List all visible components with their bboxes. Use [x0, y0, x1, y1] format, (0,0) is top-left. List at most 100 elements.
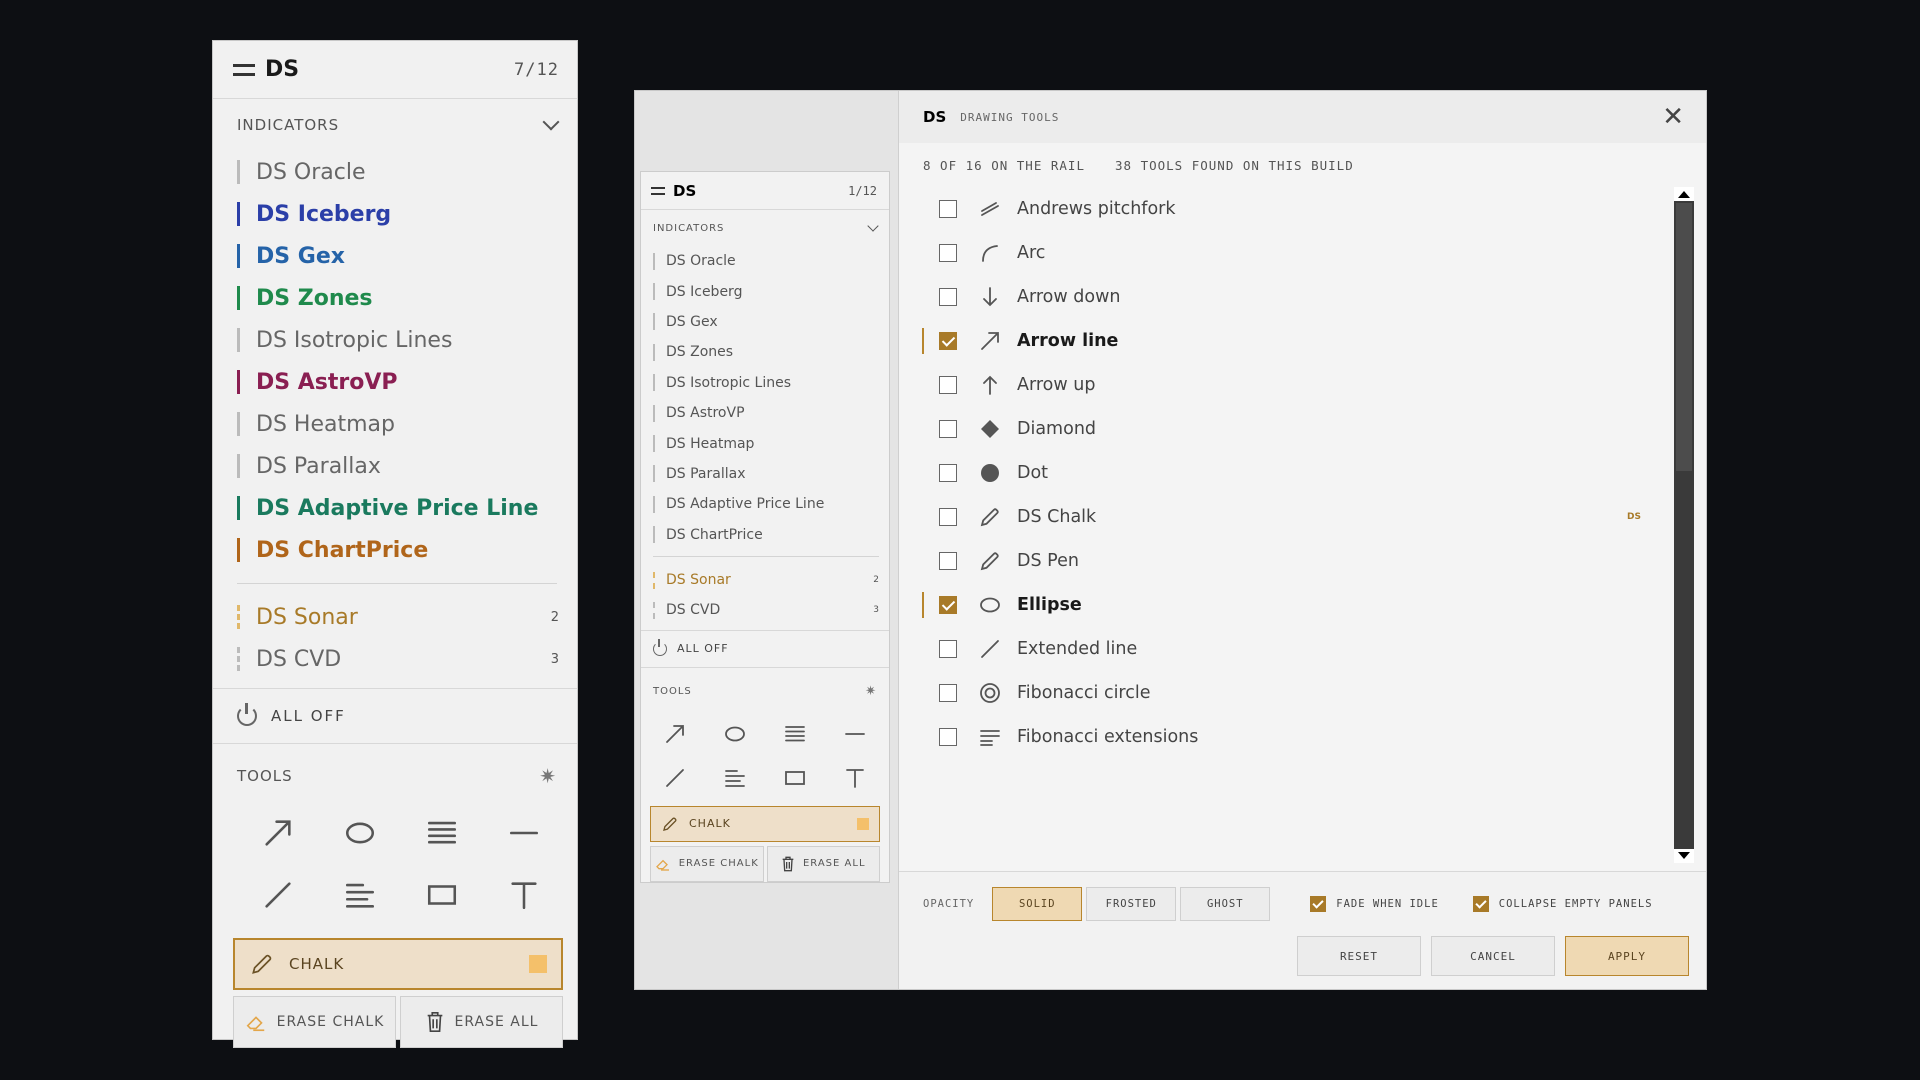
indicator-color-bar	[237, 370, 240, 394]
hamburger-icon[interactable]	[233, 63, 255, 76]
tool-checkbox[interactable]	[939, 508, 957, 526]
tool-row[interactable]: Ellipse	[899, 583, 1679, 627]
scroll-down-button[interactable]	[1674, 849, 1694, 863]
tool-checkbox[interactable]	[939, 684, 957, 702]
apply-button[interactable]: APPLY	[1565, 936, 1689, 976]
opacity-option[interactable]: SOLID	[992, 887, 1083, 921]
gear-icon[interactable]: ✷	[539, 764, 557, 788]
tool-checkbox[interactable]	[939, 376, 957, 394]
preview-indicators-label: INDICATORS	[653, 222, 725, 234]
tool-label: Andrews pitchfork	[1017, 199, 1176, 219]
indicator-label: DS Iceberg	[256, 201, 392, 227]
indicator-label: DS AstroVP	[256, 369, 398, 395]
line-icon	[645, 756, 705, 800]
tool-checkbox[interactable]	[939, 728, 957, 746]
indicator-color-bar	[653, 404, 655, 422]
all-off-button[interactable]: ALL OFF	[213, 688, 577, 744]
tool-checkbox[interactable]	[939, 244, 957, 262]
tool-row[interactable]: DS Pen	[899, 539, 1679, 583]
indicator-color-bar	[237, 160, 240, 184]
indicator-list: DS Oracle DS Iceberg DS Gex DS Zones DS Isot…	[213, 151, 577, 571]
tool-row[interactable]: Dot	[899, 451, 1679, 495]
scroll-up-button[interactable]	[1674, 187, 1694, 201]
erase-chalk-button[interactable]: ERASE CHALK	[233, 996, 396, 1048]
indicator-label: DS CVD	[256, 646, 342, 672]
tool-row[interactable]: Arrow up	[899, 363, 1679, 407]
tool-row[interactable]: Andrews pitchfork	[899, 187, 1679, 231]
tool-row[interactable]: Arc	[899, 231, 1679, 275]
chalk-button[interactable]: CHALK	[233, 938, 563, 990]
eraser-icon	[655, 859, 669, 871]
indicator-item[interactable]: DS Gex	[213, 235, 577, 277]
tool-row[interactable]: Fibonacci extensions	[899, 715, 1679, 759]
tool-row[interactable]: Extended line	[899, 627, 1679, 671]
h-line-icon[interactable]	[483, 802, 565, 864]
indicator-color-bar	[653, 374, 655, 392]
tool-row[interactable]: Fibonacci circle	[899, 671, 1679, 715]
indicator-item[interactable]: DS AstroVP	[213, 361, 577, 403]
text-icon[interactable]	[483, 864, 565, 926]
tool-checkbox[interactable]	[939, 332, 957, 350]
tool-checkbox[interactable]	[939, 200, 957, 218]
preview-indicators-header: INDICATORS	[641, 210, 889, 246]
chevron-down-icon[interactable]	[542, 113, 560, 131]
ellipse-icon[interactable]	[319, 802, 401, 864]
tool-checkbox[interactable]	[939, 464, 957, 482]
erase-all-button[interactable]: ERASE ALL	[400, 996, 563, 1048]
chalk-color-swatch[interactable]	[529, 955, 547, 973]
opacity-option[interactable]: GHOST	[1180, 887, 1271, 921]
indicator-color-bar	[237, 647, 240, 671]
tool-row[interactable]: DS Chalk DS	[899, 495, 1679, 539]
dot-icon	[977, 460, 1003, 486]
close-icon[interactable]: ✕	[1662, 102, 1684, 132]
align-left-icon[interactable]	[319, 864, 401, 926]
instance-count: 3	[873, 605, 879, 616]
indicator-color-bar	[653, 343, 655, 361]
indicator-item[interactable]: DS Heatmap	[213, 403, 577, 445]
indicator-label: DS Isotropic Lines	[666, 374, 792, 391]
pencil-icon	[977, 548, 1003, 574]
tool-checkbox[interactable]	[939, 640, 957, 658]
fade-when-idle-checkbox[interactable]	[1310, 896, 1327, 912]
tool-checkbox[interactable]	[939, 420, 957, 438]
scroll-thumb[interactable]	[1676, 203, 1692, 471]
extra-indicator-item[interactable]: DS CVD 3	[213, 638, 577, 680]
indicator-item[interactable]: DS ChartPrice	[213, 529, 577, 571]
extra-indicator-item[interactable]: DS Sonar 2	[213, 596, 577, 638]
rect-icon[interactable]	[401, 864, 483, 926]
divider	[237, 583, 557, 584]
opacity-option[interactable]: FROSTED	[1086, 887, 1177, 921]
tool-checkbox[interactable]	[939, 552, 957, 570]
indicator-panel-preview: DS 1/12 INDICATORS DS Oracle DS Iceberg DS…	[640, 171, 890, 883]
indicator-item[interactable]: DS Zones	[213, 277, 577, 319]
preview-indicator-item: DS AstroVP	[641, 398, 889, 428]
indicator-item[interactable]: DS Parallax	[213, 445, 577, 487]
trash-icon	[782, 856, 794, 872]
indicator-item[interactable]: DS Adaptive Price Line	[213, 487, 577, 529]
collapse-empty-toggle[interactable]: COLLAPSE EMPTY PANELS	[1472, 896, 1653, 912]
tool-row[interactable]: Arrow line	[899, 319, 1679, 363]
indicator-label: DS Parallax	[666, 465, 746, 482]
line-icon[interactable]	[237, 864, 319, 926]
indicator-item[interactable]: DS Oracle	[213, 151, 577, 193]
tool-label: Dot	[1017, 463, 1049, 483]
indicator-panel-large: DS 7/12 INDICATORS DS Oracle DS Iceberg DS…	[212, 40, 578, 1048]
arrow-line-icon[interactable]	[237, 802, 319, 864]
fade-when-idle-toggle[interactable]: FADE WHEN IDLE	[1310, 896, 1439, 912]
fib-retrace-icon[interactable]	[401, 802, 483, 864]
indicator-item[interactable]: DS Iceberg	[213, 193, 577, 235]
cancel-button[interactable]: CANCEL	[1431, 936, 1555, 976]
reset-button[interactable]: RESET	[1297, 936, 1421, 976]
scrollbar[interactable]	[1674, 187, 1694, 863]
indicator-item[interactable]: DS Isotropic Lines	[213, 319, 577, 361]
selected-marker	[922, 328, 924, 354]
tool-checkbox[interactable]	[939, 288, 957, 306]
indicators-section-header[interactable]: INDICATORS	[213, 99, 577, 151]
tool-checkbox[interactable]	[939, 596, 957, 614]
preview-chalk-label: CHALK	[689, 817, 731, 831]
tool-row[interactable]: Diamond	[899, 407, 1679, 451]
collapse-empty-checkbox[interactable]	[1472, 896, 1489, 912]
preview-erase-chalk: ERASE CHALK	[650, 845, 764, 882]
tool-grid	[213, 802, 577, 926]
tool-row[interactable]: Arrow down	[899, 275, 1679, 319]
